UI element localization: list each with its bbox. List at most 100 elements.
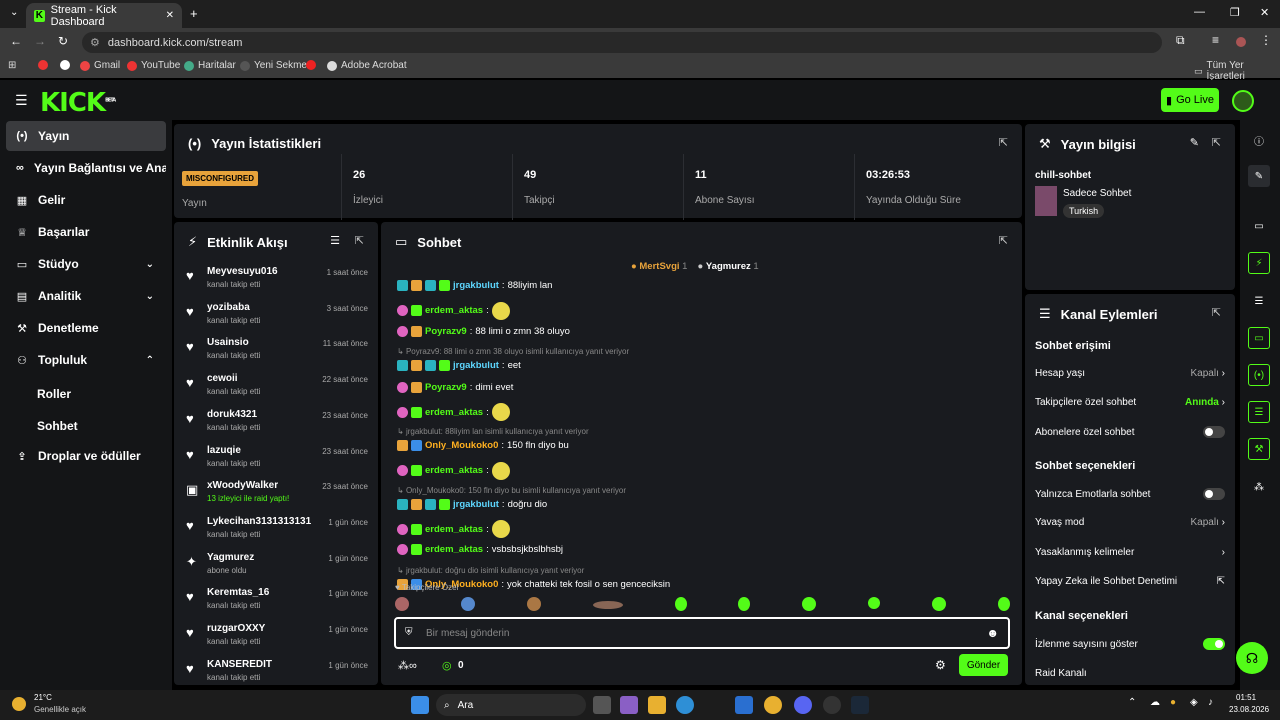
actions-icon[interactable]: ☰ — [1248, 401, 1270, 423]
chat-message[interactable]: Poyrazv9:88 limi o zmn 38 oluyo — [397, 325, 570, 337]
task-view-icon[interactable] — [593, 696, 611, 714]
rewards-icon[interactable]: ⁂∞ — [398, 659, 417, 672]
browser-tab[interactable]: K Stream - Kick Dashboard ✕ — [26, 3, 182, 28]
edge-icon[interactable] — [676, 696, 694, 714]
emote-icon[interactable] — [997, 597, 1010, 611]
windows-start-icon[interactable] — [411, 696, 429, 714]
popout-icon[interactable]: ⇱ — [1212, 136, 1221, 149]
slow-mode-setting[interactable]: Yavaş mod Kapalı › — [1035, 517, 1225, 528]
chat-message[interactable]: erdem_aktas: — [397, 301, 510, 320]
url-field[interactable]: ⚙ dashboard.kick.com/stream — [82, 32, 1162, 53]
close-window-icon[interactable]: ✕ — [1260, 6, 1269, 19]
sidebar-item-community[interactable]: ⚇ Topluluk ⌃ — [6, 345, 166, 375]
chat-message[interactable]: jrgakbulut: eet — [397, 360, 521, 371]
filter-icon[interactable]: ☰ — [330, 234, 340, 247]
broadcast-icon[interactable]: (•) — [1248, 364, 1270, 386]
apps-icon[interactable]: ⊞ — [8, 60, 16, 71]
apps-icon[interactable]: ⁂ — [1248, 476, 1270, 498]
chat-username[interactable]: jrgakbulut — [453, 360, 499, 371]
sidebar-item-stream[interactable]: (•) Yayın — [6, 121, 166, 151]
tab-close-icon[interactable]: ✕ — [166, 10, 174, 21]
chat-message[interactable]: jrgakbulut:88liyim lan — [397, 280, 552, 291]
list-icon[interactable]: ☰ — [1248, 290, 1270, 312]
sidebar-item-stream-key[interactable]: ∞Yayın Bağlantısı ve Anahtarı — [6, 153, 166, 183]
top-gifter-2[interactable]: ● Yagmurez 1 — [697, 261, 758, 272]
lightning-icon[interactable]: ⚡ — [1248, 252, 1270, 274]
emote-icon[interactable] — [738, 597, 751, 611]
activity-item[interactable]: ♥ ruzgarOXXY kanalı takip etti 1 gün önce — [184, 621, 368, 653]
chat-username[interactable]: erdem_aktas — [425, 524, 483, 535]
send-button[interactable]: Gönder — [959, 654, 1008, 676]
subscribers-only-toggle[interactable] — [1203, 426, 1225, 438]
account-age-setting[interactable]: Hesap yaşı Kapalı › — [1035, 368, 1225, 379]
chat-username[interactable]: Poyrazv9 — [425, 382, 467, 393]
file-explorer-icon[interactable] — [648, 696, 666, 714]
minimize-icon[interactable]: — — [1194, 6, 1205, 18]
sidebar-item-chat[interactable]: Sohbet — [37, 419, 78, 433]
emote-only-toggle[interactable] — [1203, 488, 1225, 500]
chat-message[interactable]: erdem_aktas: — [397, 403, 510, 421]
activity-item[interactable]: ♥ KANSEREDIT kanalı takip etti 1 gün önce — [184, 657, 368, 685]
emote-bar[interactable] — [395, 597, 1010, 613]
chat-message[interactable]: erdem_aktas: — [397, 461, 510, 480]
media-icon[interactable]: ≡ — [1212, 33, 1219, 47]
sidebar-item-analytics[interactable]: ▤ Analitik ⌄ — [6, 281, 166, 311]
chat-username[interactable]: erdem_aktas — [425, 305, 483, 316]
clock-time[interactable]: 01:51 — [1236, 693, 1256, 702]
cloud-icon[interactable]: ☁ — [1150, 697, 1160, 708]
sidebar-item-achievements[interactable]: ♕ Başarılar — [6, 217, 166, 247]
user-avatar[interactable] — [1232, 90, 1254, 112]
emote-icon[interactable] — [932, 597, 946, 611]
wrench-icon[interactable]: ⚒ — [1248, 438, 1270, 460]
network-icon[interactable]: ◈ — [1190, 697, 1198, 708]
edit-pencil-icon[interactable]: ✎ — [1190, 136, 1199, 149]
site-info-icon[interactable]: ⚙ — [90, 36, 100, 49]
bookmark-gmail[interactable]: Gmail — [80, 60, 120, 71]
chat-message[interactable]: erdem_aktas: vsbsbsjkbslbhsbj — [397, 544, 563, 555]
menu-icon[interactable]: ⋮ — [1260, 33, 1272, 47]
followers-only-setting[interactable]: Takipçilere özel sohbet Anında › — [1035, 397, 1225, 408]
chat-username[interactable]: Poyrazv9 — [425, 326, 467, 337]
chat-message[interactable]: Only_Moukoko0:150 fln diyo bu — [397, 440, 569, 451]
support-headset-icon[interactable]: ☊ — [1236, 642, 1268, 674]
bookmark-acrobat[interactable] — [306, 60, 316, 70]
sidebar-item-studio[interactable]: ▭ Stüdyo ⌄ — [6, 249, 166, 279]
popout-icon[interactable]: ⇱ — [1212, 306, 1221, 319]
hamburger-menu-icon[interactable]: ☰ — [15, 92, 28, 109]
google-bookmark-icon[interactable] — [60, 60, 70, 70]
chat-username[interactable]: jrgakbulut — [453, 280, 499, 291]
chat-message[interactable]: jrgakbulut: doğru dio — [397, 498, 547, 510]
youtube-bookmark-icon[interactable] — [38, 60, 48, 70]
popout-icon[interactable]: ⇱ — [355, 234, 364, 247]
activity-item[interactable]: ♥ doruk4321 kanalı takip etti 23 saat önce — [184, 407, 368, 439]
emote-icon[interactable] — [395, 597, 409, 611]
chrome-icon[interactable] — [764, 696, 782, 714]
emote-icon[interactable] — [674, 597, 687, 611]
activity-item[interactable]: ♥ Keremtas_16 kanalı takip etti 1 gün önce — [184, 585, 368, 617]
copilot-icon[interactable] — [620, 696, 638, 714]
tab-list-icon[interactable]: ⌄ — [10, 7, 18, 18]
forward-icon[interactable]: → — [34, 34, 46, 48]
edit-pencil-icon[interactable]: ✎ — [1248, 165, 1270, 187]
ai-moderation-setting[interactable]: Yapay Zeka ile Sohbet Denetimi ⇱ — [1035, 576, 1225, 587]
emoji-icon[interactable]: ☻ — [986, 626, 999, 640]
info-icon[interactable]: ⓘ — [1248, 129, 1270, 151]
discord-icon[interactable] — [794, 696, 812, 714]
volume-icon[interactable]: ♪ — [1208, 697, 1213, 708]
tray-expand-icon[interactable]: ⌃ — [1128, 697, 1136, 708]
new-tab-icon[interactable]: + — [190, 6, 198, 21]
bookmark-youtube[interactable]: YouTube — [127, 60, 180, 71]
emote-icon[interactable] — [526, 597, 541, 611]
activity-item[interactable]: ♥ cewoii kanalı takip etti 22 saat önce — [184, 371, 368, 403]
settings-gear-icon[interactable]: ⚙ — [935, 658, 946, 672]
activity-item[interactable]: ✦ Yagmurez abone oldu 1 gün önce — [184, 550, 368, 582]
kick-logo[interactable]: KICKBETA — [40, 88, 116, 118]
microphone-icon[interactable]: ● — [1170, 697, 1176, 708]
all-bookmarks[interactable]: ▭ Tüm Yer İşaretleri — [1194, 60, 1280, 82]
chat-icon[interactable]: ▭ — [1248, 327, 1270, 349]
weather-desc[interactable]: Genellikle açık — [34, 705, 86, 714]
clock-date[interactable]: 23.08.2026 — [1229, 705, 1269, 714]
steam-icon[interactable] — [851, 696, 869, 714]
chat-username[interactable]: jrgakbulut — [453, 499, 499, 510]
activity-item[interactable]: ♥ Usainsio kanalı takip etti 11 saat önce — [184, 335, 368, 367]
